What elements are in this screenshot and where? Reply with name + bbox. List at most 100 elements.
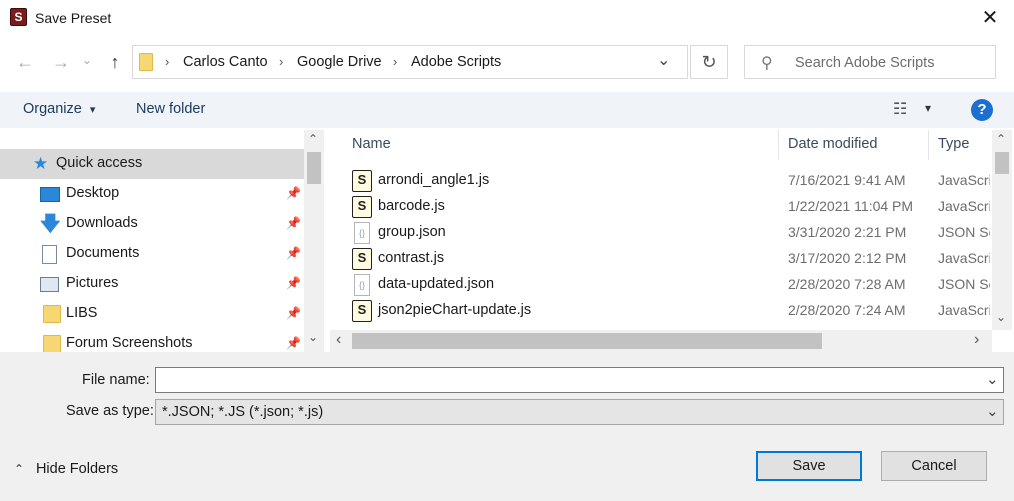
scroll-thumb[interactable] <box>995 152 1009 174</box>
file-name: group.json <box>378 224 446 240</box>
column-header-name[interactable]: Name <box>352 136 391 152</box>
scroll-up-button[interactable]: ⌃ <box>996 132 1006 146</box>
scroll-up-button[interactable]: ⌃ <box>308 132 318 146</box>
pin-icon[interactable]: 📌 <box>286 216 301 230</box>
file-date: 1/22/2021 11:04 PM <box>788 198 914 214</box>
file-type: JavaScri <box>938 198 990 214</box>
scroll-left-button[interactable]: ‹ <box>336 331 341 349</box>
hide-folders-button[interactable]: ⌃ Hide Folders <box>14 460 118 477</box>
recent-locations-button[interactable]: ⌄ <box>80 48 94 72</box>
column-header-type[interactable]: Type <box>938 136 969 152</box>
chevron-down-icon: ⌄ <box>986 403 999 420</box>
file-name: data-updated.json <box>378 276 495 292</box>
column-header-date[interactable]: Date modified <box>788 136 877 152</box>
breadcrumb-separator: › <box>165 54 170 69</box>
pin-icon[interactable]: 📌 <box>286 246 301 260</box>
file-type: JSON Sc <box>938 276 990 292</box>
folder-icon <box>43 305 61 323</box>
nav-item-label: Downloads <box>66 215 138 231</box>
save-button[interactable]: Save <box>756 451 862 481</box>
nav-item-label: Documents <box>66 245 140 261</box>
breadcrumb-adobe-scripts[interactable]: Adobe Scripts <box>411 54 501 70</box>
breadcrumb-carlos-canto[interactable]: Carlos Canto <box>183 54 268 70</box>
file-name: contrast.js <box>378 250 445 266</box>
refresh-button[interactable]: ↻ <box>690 45 728 79</box>
breadcrumb-separator: › <box>393 54 398 69</box>
nav-item-label: Pictures <box>66 275 119 291</box>
scroll-right-button[interactable]: › <box>974 331 979 349</box>
window-title: Save Preset <box>35 10 112 26</box>
save-options-panel: File name: ⌄ Save as type: *.JSON; *.JS … <box>0 352 1014 501</box>
forward-button[interactable]: → <box>50 50 72 74</box>
app-icon: S <box>10 8 27 26</box>
search-icon: ⚲ <box>761 55 773 72</box>
file-list-scrollbar[interactable]: ⌃ ⌄ <box>992 130 1012 330</box>
new-folder-button[interactable]: New folder <box>136 101 205 117</box>
chevron-down-icon[interactable]: ⌄ <box>986 370 999 388</box>
file-row[interactable]: S json2pieChart-update.js 2/28/2020 7:24… <box>330 298 990 324</box>
search-placeholder: Search Adobe Scripts <box>795 55 935 71</box>
navigation-pane: ★ Quick access Desktop 📌 🡇 Downloads 📌 D… <box>0 130 326 352</box>
pin-icon[interactable]: 📌 <box>286 336 301 350</box>
desktop-icon <box>40 187 60 202</box>
nav-item-desktop[interactable]: Desktop 📌 <box>0 179 304 209</box>
js-script-icon: S <box>352 170 372 192</box>
json-file-icon: {} <box>354 222 370 244</box>
nav-item-label: Forum Screenshots <box>66 335 193 351</box>
picture-icon <box>40 277 59 292</box>
file-name-field[interactable]: ⌄ <box>155 367 1004 393</box>
pin-icon[interactable]: 📌 <box>286 276 301 290</box>
file-row[interactable]: {} data-updated.json 2/28/2020 7:28 AM J… <box>330 272 990 298</box>
file-list-hscrollbar[interactable]: ‹ › <box>330 330 992 352</box>
file-name: json2pieChart-update.js <box>378 302 532 318</box>
breadcrumb-google-drive[interactable]: Google Drive <box>297 54 382 70</box>
command-bar: Organize ▾ New folder ☷ ▾ ? <box>0 92 1014 128</box>
help-icon[interactable]: ? <box>971 99 993 121</box>
file-row[interactable]: S barcode.js 1/22/2021 11:04 PM JavaScri <box>330 194 990 220</box>
js-script-icon: S <box>352 248 372 270</box>
nav-scrollbar[interactable]: ⌃ ⌄ <box>304 130 324 352</box>
view-options-dropdown[interactable]: ▾ <box>925 101 931 115</box>
nav-item-libs[interactable]: LIBS 📌 <box>0 299 304 329</box>
js-script-icon: S <box>352 300 372 322</box>
nav-item-documents[interactable]: Documents 📌 <box>0 239 304 269</box>
organize-button[interactable]: Organize ▾ <box>23 101 95 117</box>
view-options-icon[interactable]: ☷ <box>893 99 907 119</box>
nav-item-downloads[interactable]: 🡇 Downloads 📌 <box>0 209 304 239</box>
back-button[interactable]: ← <box>14 50 36 74</box>
organize-label: Organize <box>23 101 82 117</box>
up-button[interactable]: ↑ <box>104 50 126 74</box>
nav-item-pictures[interactable]: Pictures 📌 <box>0 269 304 299</box>
cancel-button[interactable]: Cancel <box>881 451 987 481</box>
file-name: arrondi_angle1.js <box>378 172 490 188</box>
scroll-down-button[interactable]: ⌄ <box>996 310 1006 324</box>
save-as-type-select[interactable]: *.JSON; *.JS (*.json; *.js) ⌄ <box>155 399 1004 425</box>
folder-icon <box>139 53 153 71</box>
search-input[interactable]: ⚲ Search Adobe Scripts <box>744 45 996 79</box>
folder-icon <box>43 335 61 352</box>
file-date: 3/17/2020 2:12 PM <box>788 250 907 266</box>
pin-icon[interactable]: 📌 <box>286 306 301 320</box>
chevron-up-icon: ⌃ <box>14 462 25 476</box>
nav-item-quick-access[interactable]: ★ Quick access <box>0 149 304 179</box>
column-divider[interactable] <box>778 130 779 160</box>
scroll-down-button[interactable]: ⌄ <box>308 330 318 344</box>
column-divider[interactable] <box>928 130 929 160</box>
nav-item-forum-screenshots[interactable]: Forum Screenshots 📌 <box>0 329 304 352</box>
file-date: 7/16/2021 9:41 AM <box>788 172 906 188</box>
file-type: JavaScri <box>938 172 990 188</box>
json-file-icon: {} <box>354 274 370 296</box>
file-row[interactable]: S contrast.js 3/17/2020 2:12 PM JavaScri <box>330 246 990 272</box>
scroll-thumb[interactable] <box>307 152 321 184</box>
chevron-down-icon: ▾ <box>89 104 96 116</box>
file-row[interactable]: {} group.json 3/31/2020 2:21 PM JSON Sc <box>330 220 990 246</box>
close-button[interactable]: ✕ <box>973 2 1007 34</box>
star-icon: ★ <box>33 154 49 173</box>
address-dropdown-button[interactable]: ⌄ <box>657 50 670 70</box>
hscroll-thumb[interactable] <box>352 333 822 349</box>
nav-item-label: LIBS <box>66 305 98 321</box>
file-row[interactable]: S arrondi_angle1.js 7/16/2021 9:41 AM Ja… <box>330 168 990 194</box>
document-icon <box>42 245 57 264</box>
pin-icon[interactable]: 📌 <box>286 186 301 200</box>
address-bar[interactable]: › Carlos Canto › Google Drive › Adobe Sc… <box>132 45 688 79</box>
